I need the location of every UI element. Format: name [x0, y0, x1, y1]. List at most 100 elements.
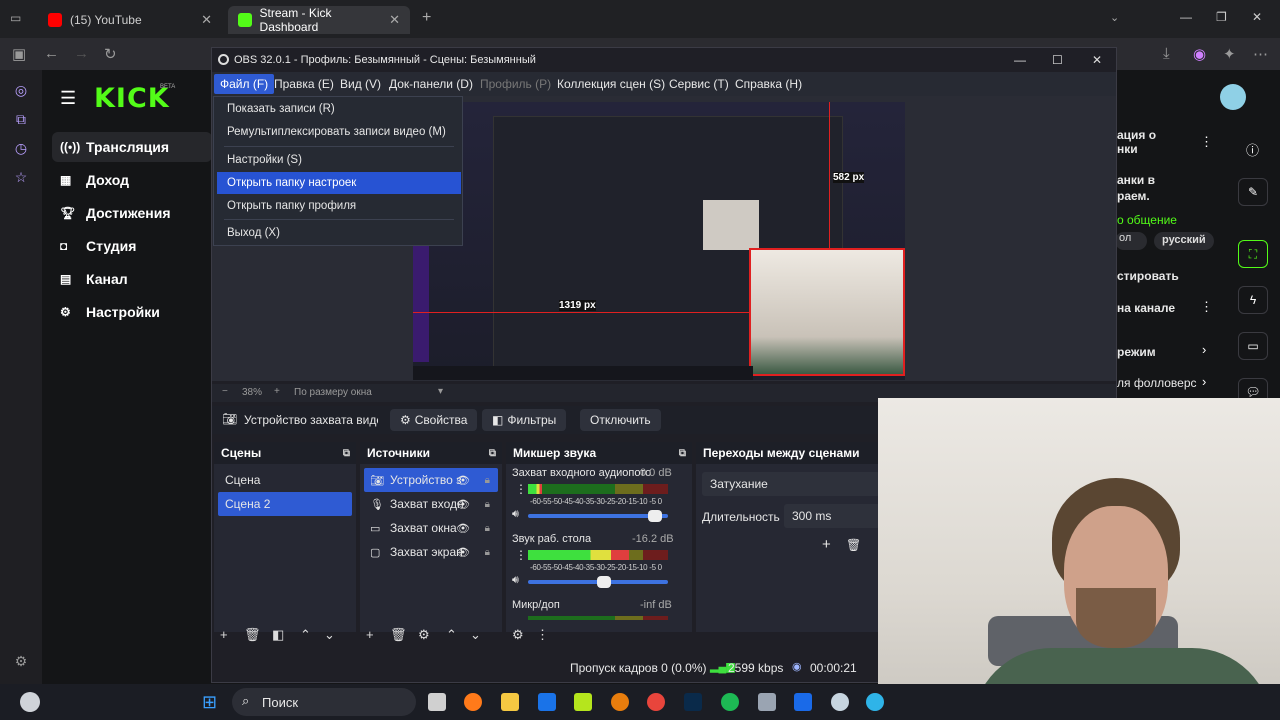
close-window-icon[interactable]: ✕	[1252, 10, 1262, 24]
obs-close-icon[interactable]: ✕	[1092, 53, 1102, 67]
advanced-audio-icon[interactable]: ⚙	[512, 627, 524, 643]
dock-float-icon[interactable]: ⧉	[343, 448, 350, 459]
spotify-icon[interactable]	[721, 693, 739, 711]
weather-icon[interactable]	[20, 692, 40, 712]
taskbar-search[interactable]: ⌕ Поиск	[232, 688, 416, 716]
download-icon[interactable]: ⤓	[1163, 45, 1170, 62]
mixer-menu-icon[interactable]: ⋮	[536, 627, 549, 643]
extensions-icon[interactable]: ✦	[1223, 45, 1236, 63]
close-tab-icon[interactable]: ✕	[389, 12, 400, 28]
photoshop-icon[interactable]	[684, 693, 702, 711]
preview-canvas[interactable]: 582 px 1319 px	[413, 102, 905, 380]
start-icon[interactable]: ⊞	[202, 692, 217, 713]
defender-icon[interactable]	[794, 693, 812, 711]
visibility-icon[interactable]: 👁︎	[456, 546, 470, 559]
scene-filters-icon[interactable]: ◧	[272, 627, 284, 643]
reload-icon[interactable]: ↻	[104, 45, 117, 63]
menu-exit[interactable]: Выход (X)	[214, 222, 462, 244]
sidebar-toggle-icon[interactable]: ▣	[12, 45, 26, 63]
restore-icon[interactable]: ❐	[1216, 10, 1227, 24]
kick-logo[interactable]: KICK	[94, 83, 170, 114]
visibility-icon[interactable]: 👁︎	[456, 522, 470, 535]
source-item-selected[interactable]: 📷︎ Устройство з 👁︎ 🔒︎	[364, 468, 498, 492]
lock-icon[interactable]: 🔒︎	[485, 547, 490, 558]
minimize-icon[interactable]: —	[1180, 10, 1192, 24]
nav-studio[interactable]: ◘ Студия	[52, 231, 212, 261]
menu-profile[interactable]: Профиль (P)	[480, 77, 551, 91]
menu-remux-recordings[interactable]: Ремультиплексировать записи видео (M)	[214, 121, 462, 143]
move-up-icon[interactable]: ⌃	[300, 627, 311, 643]
file-explorer-icon[interactable]	[501, 693, 519, 711]
stream-info-more-icon[interactable]: ⋮	[1200, 134, 1213, 150]
settings-rail-icon[interactable]: ⚙	[12, 653, 30, 671]
speaker-icon[interactable]: 🔊︎	[512, 508, 519, 521]
slider-knob[interactable]	[648, 510, 662, 522]
source-item[interactable]: 🎙︎ Захват входн 👁︎ 🔒︎	[364, 492, 498, 516]
obs-maximize-icon[interactable]: ☐	[1052, 53, 1063, 67]
collections-icon[interactable]: ⧉	[12, 111, 30, 129]
task-view-icon[interactable]	[428, 693, 446, 711]
channel-menu-icon[interactable]: ⋮	[515, 548, 527, 562]
selected-webcam-source[interactable]	[749, 248, 905, 376]
menu-settings[interactable]: Настройки (S)	[214, 149, 462, 171]
steam-icon[interactable]	[831, 693, 849, 711]
tab-kick-dashboard[interactable]: Stream - Kick Dashboard ✕	[228, 6, 410, 34]
lock-icon[interactable]: 🔒︎	[485, 499, 490, 510]
zoom-fit-select[interactable]: По размеру окна	[294, 387, 372, 398]
slider-knob[interactable]	[597, 576, 611, 588]
source-item[interactable]: ▭ Захват окна 👁︎ 🔒︎	[364, 516, 498, 540]
deactivate-button[interactable]: Отключить	[580, 409, 661, 431]
blender-icon[interactable]	[611, 693, 629, 711]
visibility-icon[interactable]: 👁︎	[456, 498, 470, 511]
history-icon[interactable]: ◷	[12, 140, 30, 158]
lightning-icon[interactable]: ϟ	[1238, 286, 1268, 314]
avatar[interactable]	[1220, 84, 1246, 110]
forward-icon[interactable]: →	[74, 45, 89, 62]
properties-button[interactable]: ⚙ Свойства	[390, 409, 478, 431]
chevron-right-icon-2[interactable]: ›	[1202, 374, 1206, 389]
remove-scene-icon[interactable]: 🗑︎	[244, 627, 261, 643]
nav-settings[interactable]: ⚙ Настройки	[52, 297, 212, 327]
tab-search-icon[interactable]: ⌄	[1110, 11, 1119, 24]
filters-button[interactable]: ◧ Фильтры	[482, 409, 567, 431]
remove-transition-icon[interactable]: 🗑︎	[846, 538, 861, 552]
scene-item-selected[interactable]: Сцена 2	[218, 492, 352, 516]
chrome-icon[interactable]	[647, 693, 665, 711]
firefox-icon[interactable]	[464, 693, 482, 711]
outlook-icon[interactable]	[538, 693, 556, 711]
chevron-right-icon[interactable]: ›	[1202, 342, 1206, 357]
edit-info-button[interactable]: стировать	[1117, 269, 1179, 283]
tab-actions-icon[interactable]: ▭	[10, 11, 21, 25]
transition-select[interactable]: Затухание	[702, 472, 880, 496]
more-icon[interactable]: ⋯	[1253, 45, 1268, 63]
fullscreen-icon[interactable]: ⛶	[1238, 240, 1268, 268]
edge-icon[interactable]	[866, 693, 884, 711]
nav-achievements[interactable]: 🏆︎ Достижения	[52, 198, 212, 228]
nav-channel[interactable]: ▤ Канал	[52, 264, 212, 294]
visibility-icon[interactable]: 👁︎	[456, 474, 470, 487]
channel-menu-icon[interactable]: ⋮	[515, 482, 527, 496]
duration-input[interactable]: 300 ms	[784, 504, 880, 528]
menu-docks[interactable]: Док-панели (D)	[389, 77, 473, 91]
menu-edit[interactable]: Правка (E)	[274, 77, 334, 91]
lock-icon[interactable]: 🔒︎	[485, 475, 490, 486]
copilot-icon[interactable]: ◉	[1193, 45, 1206, 63]
menu-open-settings-folder[interactable]: Открыть папку настроек	[217, 172, 461, 194]
menu-open-profile-folder[interactable]: Открыть папку профиля	[214, 195, 462, 217]
menu-show-recordings[interactable]: Показать записи (R)	[214, 98, 462, 120]
close-tab-icon[interactable]: ✕	[201, 12, 212, 28]
copilot-rail-icon[interactable]: ◎	[12, 82, 30, 100]
info-icon[interactable]: ⓘ	[1246, 140, 1259, 159]
menu-file[interactable]: Файл (F)	[214, 74, 275, 94]
source-item[interactable]: ▢ Захват экран 👁︎ 🔒︎	[364, 540, 498, 564]
menu-help[interactable]: Справка (H)	[735, 77, 802, 91]
menu-icon[interactable]: ☰	[60, 88, 76, 109]
move-up-icon[interactable]: ⌃	[446, 627, 457, 643]
add-source-icon[interactable]: +	[366, 627, 374, 642]
lock-icon[interactable]: 🔒︎	[485, 523, 490, 534]
new-tab-button[interactable]: +	[422, 9, 431, 27]
notes-icon[interactable]: ▭	[1238, 332, 1268, 360]
dock-float-icon[interactable]: ⧉	[489, 448, 496, 459]
nav-broadcast[interactable]: ((•)) Трансляция	[52, 132, 212, 162]
back-icon[interactable]: ←	[44, 45, 59, 62]
